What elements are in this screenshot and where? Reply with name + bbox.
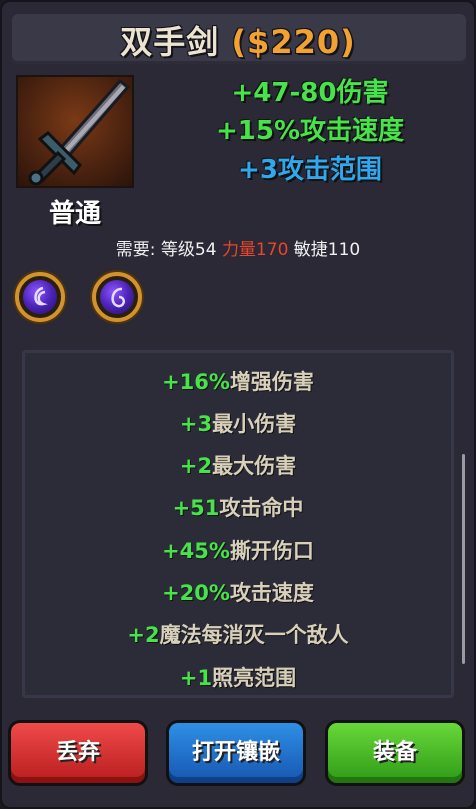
affix-row: +51攻击命中 — [172, 496, 304, 520]
socket-slot-2[interactable] — [92, 272, 142, 322]
item-requirements: 需要: 等级54 力量170 敏捷110 — [0, 238, 476, 262]
item-rarity: 普通 — [48, 199, 101, 229]
requirements-label: 需要: — [115, 240, 156, 260]
affix-row: +2魔法每消灭一个敌人 — [127, 623, 349, 647]
open-socket-button[interactable]: 打开镶嵌 — [166, 720, 306, 786]
purple-gem-icon — [23, 280, 57, 314]
requirement-dexterity: 敏捷110 — [293, 240, 361, 260]
affix-row: +16%增强伤害 — [162, 370, 314, 394]
socket-slot-1[interactable] — [15, 272, 65, 322]
purple-gem-icon — [100, 280, 134, 314]
requirement-level: 等级54 — [160, 240, 217, 260]
affix-row: +45%撕开伤口 — [162, 539, 314, 563]
affix-row: +2最大伤害 — [179, 454, 297, 478]
affix-row: +1照亮范围 — [179, 666, 297, 690]
equip-button[interactable]: 装备 — [325, 720, 465, 786]
discard-button[interactable]: 丢弃 — [8, 720, 148, 786]
item-name: 双手剑 — [120, 23, 220, 61]
base-stat-attack-range: +3攻击范围 — [238, 155, 382, 185]
item-title: 双手剑 ($220) — [0, 22, 476, 62]
affix-row: +3最小伤害 — [179, 412, 297, 436]
affix-row: +20%攻击速度 — [162, 581, 314, 605]
affix-scrollbar[interactable] — [462, 454, 465, 664]
requirement-strength: 力量170 — [221, 240, 289, 260]
base-stat-attack-speed: +15%攻击速度 — [215, 116, 405, 146]
item-price: ($220) — [231, 23, 356, 61]
two-handed-sword-icon — [16, 75, 134, 188]
base-stat-damage: +47-80伤害 — [231, 78, 389, 108]
